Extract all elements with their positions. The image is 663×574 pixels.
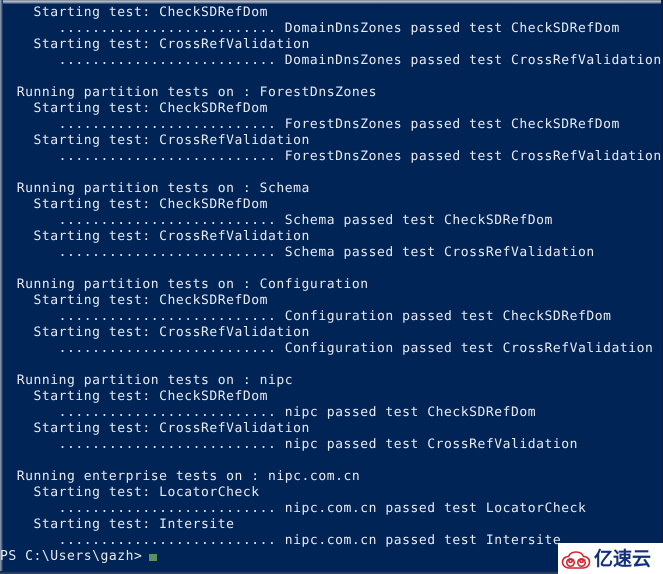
console-line: Running partition tests on : Schema bbox=[0, 181, 310, 196]
console-line: .......................... DomainDnsZone… bbox=[0, 53, 662, 68]
console-line: .......................... Schema passed… bbox=[0, 213, 553, 228]
console-line: Starting test: LocatorCheck bbox=[0, 485, 260, 500]
console-line: Starting test: CrossRefValidation bbox=[0, 133, 310, 148]
console-line: Starting test: CheckSDRefDom bbox=[0, 197, 269, 212]
console-line: .......................... nipc passed t… bbox=[0, 405, 537, 420]
console-line: Starting test: CheckSDRefDom bbox=[0, 101, 269, 116]
block-cursor-icon bbox=[149, 554, 158, 561]
console-line: Starting test: CrossRefValidation bbox=[0, 421, 310, 436]
console-line: .......................... DomainDnsZone… bbox=[0, 21, 620, 36]
console-line: .......................... Configuration… bbox=[0, 309, 612, 324]
console-line: .......................... ForestDnsZone… bbox=[0, 117, 620, 132]
console-line: Running partition tests on : ForestDnsZo… bbox=[0, 85, 377, 100]
prompt-path-text: PS C:\Users\gazh> bbox=[0, 549, 143, 564]
console-line: .......................... nipc.com.cn p… bbox=[0, 501, 587, 516]
console-line: Starting test: CrossRefValidation bbox=[0, 325, 310, 340]
command-prompt-line[interactable]: PS C:\Users\gazh> bbox=[0, 549, 158, 565]
window-top-border bbox=[0, 0, 663, 4]
console-line: Starting test: Intersite bbox=[0, 517, 235, 532]
console-line: .......................... Schema passed… bbox=[0, 245, 595, 260]
console-line: Running enterprise tests on : nipc.com.c… bbox=[0, 469, 361, 484]
console-line: Running partition tests on : nipc bbox=[0, 373, 294, 388]
watermark-text: 亿速云 bbox=[594, 547, 652, 570]
console-line: Starting test: CrossRefValidation bbox=[0, 229, 310, 244]
console-line: Starting test: CheckSDRefDom bbox=[0, 389, 269, 404]
console-line: Starting test: CheckSDRefDom bbox=[0, 293, 269, 308]
console-line: .......................... nipc passed t… bbox=[0, 437, 578, 452]
console-output-buffer[interactable]: Starting test: CheckSDRefDom ...........… bbox=[0, 5, 663, 549]
console-line: .......................... ForestDnsZone… bbox=[0, 149, 662, 164]
watermark-badge: 亿速云 bbox=[558, 543, 663, 574]
powershell-console-window[interactable]: Starting test: CheckSDRefDom ...........… bbox=[0, 0, 663, 574]
console-line: Starting test: CheckSDRefDom bbox=[0, 5, 269, 20]
cloud-logo-icon bbox=[561, 550, 591, 569]
console-line: Starting test: CrossRefValidation bbox=[0, 37, 310, 52]
console-line: .......................... Configuration… bbox=[0, 341, 654, 356]
console-line: Running partition tests on : Configurati… bbox=[0, 277, 369, 292]
